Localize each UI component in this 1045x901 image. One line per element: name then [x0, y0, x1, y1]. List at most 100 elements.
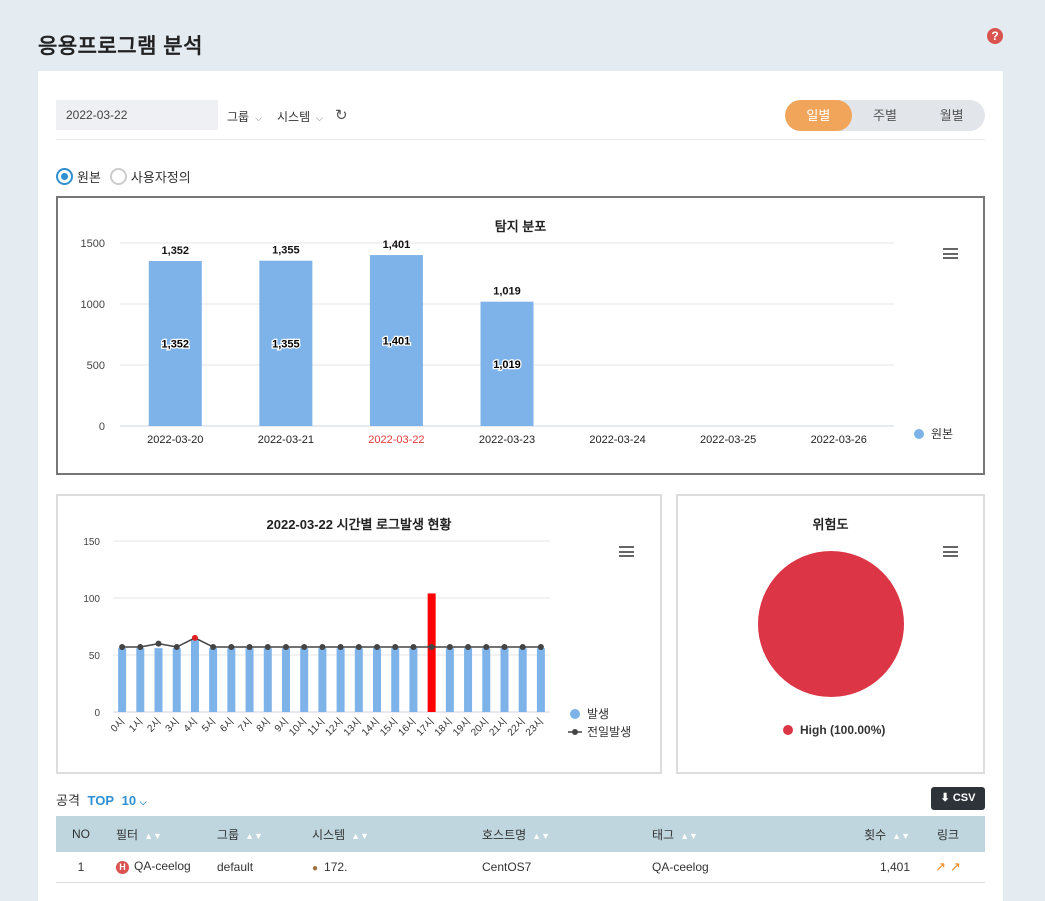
- radio-custom-label: 사용자정의: [130, 170, 191, 185]
- csv-download-button[interactable]: ⬇ CSV: [931, 787, 985, 810]
- data-label-inner: 1,401: [383, 336, 411, 348]
- header-group[interactable]: 그룹 ▲▼: [216, 816, 311, 852]
- header-link: 링크: [911, 816, 985, 852]
- header-filter[interactable]: 필터 ▲▼: [106, 816, 216, 852]
- line-point: [337, 644, 344, 651]
- pie-slice-high[interactable]: [758, 551, 904, 697]
- external-link-icon[interactable]: ↗: [935, 859, 946, 874]
- group-dropdown[interactable]: 그룹 ⌵: [227, 108, 262, 125]
- line-point: [519, 644, 526, 651]
- main-card: 그룹⌵ 시스템⌵ ↻ 일별 주별 월별 원본 사용자정의 탐지 분포 05001…: [38, 71, 1003, 901]
- bar: [154, 648, 163, 712]
- tab-monthly[interactable]: 월별: [918, 100, 985, 131]
- top-label: TOP: [87, 793, 115, 808]
- bar: [445, 648, 454, 712]
- x-tick-label: 16시: [396, 716, 419, 739]
- line-point: [319, 644, 326, 651]
- cell-tag: QA-ceelog: [651, 852, 831, 883]
- radio-unchecked-icon: [109, 168, 127, 185]
- hourly-chart-panel: 2022-03-22 시간별 로그발생 현황 0 50 100 150 0시 1시 2시 3시…: [56, 494, 662, 774]
- cell-no: 1: [56, 852, 106, 883]
- line-point: [355, 644, 362, 651]
- help-icon[interactable]: ?: [987, 28, 1003, 44]
- line-point: [264, 644, 271, 651]
- line-point: [155, 640, 162, 647]
- cell-group: default: [216, 852, 311, 883]
- line-point: [173, 644, 180, 651]
- system-dropdown[interactable]: 시스템 ⌵: [277, 108, 323, 125]
- table-header-row: NO 필터 ▲▼ 그룹 ▲▼ 시스템 ▲▼ 호스트명 ▲▼ 태그 ▲▼ 횟수 ▲▼ 링크: [56, 816, 985, 852]
- bar: [536, 648, 545, 712]
- bar: [281, 648, 290, 712]
- data-label-inner: 1,355: [272, 338, 300, 350]
- legend-item[interactable]: 발생: [570, 705, 609, 722]
- header-host[interactable]: 호스트명 ▲▼: [481, 816, 651, 852]
- line-point: [537, 644, 544, 651]
- top-count-dropdown[interactable]: 10 ⌵: [122, 793, 147, 808]
- top-count: 10: [121, 793, 137, 808]
- legend-item[interactable]: High (100.00%): [783, 723, 885, 737]
- x-tick-label: 6시: [218, 716, 237, 735]
- chevron-down-icon: ⌵: [255, 113, 262, 123]
- x-tick-label: 14시: [359, 716, 382, 739]
- sort-icon: ▲▼: [144, 830, 162, 841]
- header-tag[interactable]: 태그 ▲▼: [651, 816, 831, 852]
- date-input[interactable]: [56, 100, 218, 130]
- page-title: 응용프로그램 분석: [38, 35, 203, 58]
- bar: [136, 648, 145, 712]
- line-point: [301, 644, 308, 651]
- y-tick-label: 1500: [81, 238, 105, 250]
- y-tick-label: 50: [89, 651, 101, 662]
- legend-label: High (100.00%): [800, 723, 886, 737]
- line-point: [282, 644, 289, 651]
- sort-icon: ▲▼: [532, 830, 550, 841]
- line-point: [191, 634, 198, 641]
- external-link-icon[interactable]: ↗: [950, 859, 961, 874]
- bar: [391, 648, 400, 712]
- y-tick-label: 100: [83, 594, 100, 605]
- bar: [300, 648, 309, 712]
- cell-filter: H QA-ceelog: [106, 852, 216, 883]
- detection-chart-panel: 탐지 분포 0 500 1000 1500 1,352 1,352 2022-03-20 1,…: [56, 196, 985, 475]
- radio-original[interactable]: 원본: [56, 167, 101, 186]
- sort-icon: ▲▼: [892, 830, 910, 841]
- x-tick-label: 12시: [323, 716, 346, 739]
- line-point: [428, 644, 435, 651]
- x-tick-label: 1시: [127, 716, 146, 735]
- table-row[interactable]: 1 H QA-ceelog default ● 172. CentOS7 QA-ce…: [56, 852, 985, 883]
- x-tick-label: 2022-03-23: [479, 434, 535, 446]
- line-point: [392, 644, 399, 651]
- x-tick-label: 2시: [145, 716, 164, 735]
- system-dropdown-label: 시스템: [277, 110, 311, 124]
- x-tick-label: 22시: [505, 716, 528, 739]
- tab-weekly[interactable]: 주별: [852, 100, 919, 131]
- legend-line-icon: [568, 728, 582, 735]
- legend-item[interactable]: 전일발생: [568, 723, 631, 740]
- x-tick-label: 8시: [254, 716, 273, 735]
- header-count[interactable]: 횟수 ▲▼: [831, 816, 911, 852]
- sort-icon: ▲▼: [680, 830, 698, 841]
- bar: [336, 648, 345, 712]
- radio-checked-icon: [56, 168, 73, 185]
- radio-group: 원본 사용자정의: [56, 167, 200, 186]
- divider: [56, 139, 985, 140]
- top-selector: 공격 TOP 10 ⌵: [56, 790, 147, 809]
- x-tick-label: 19시: [450, 716, 473, 739]
- x-tick-label: 5시: [199, 716, 218, 735]
- tab-daily[interactable]: 일별: [785, 100, 852, 131]
- bar: [263, 648, 272, 712]
- top-prefix: 공격: [56, 793, 80, 808]
- x-tick-label: 15시: [377, 716, 400, 739]
- x-tick-label: 10시: [286, 716, 309, 739]
- legend-dot: [570, 708, 580, 719]
- line-point: [228, 644, 235, 651]
- legend-item[interactable]: 원본: [914, 425, 953, 442]
- radio-custom[interactable]: 사용자정의: [109, 167, 191, 186]
- x-tick-label: 7시: [236, 716, 255, 735]
- header-system[interactable]: 시스템 ▲▼: [311, 816, 481, 852]
- refresh-icon[interactable]: ↻: [335, 106, 348, 124]
- chevron-down-icon: ⌵: [139, 797, 147, 807]
- y-tick-label: 150: [83, 537, 100, 548]
- series-line: [122, 637, 541, 648]
- bar: [427, 593, 436, 712]
